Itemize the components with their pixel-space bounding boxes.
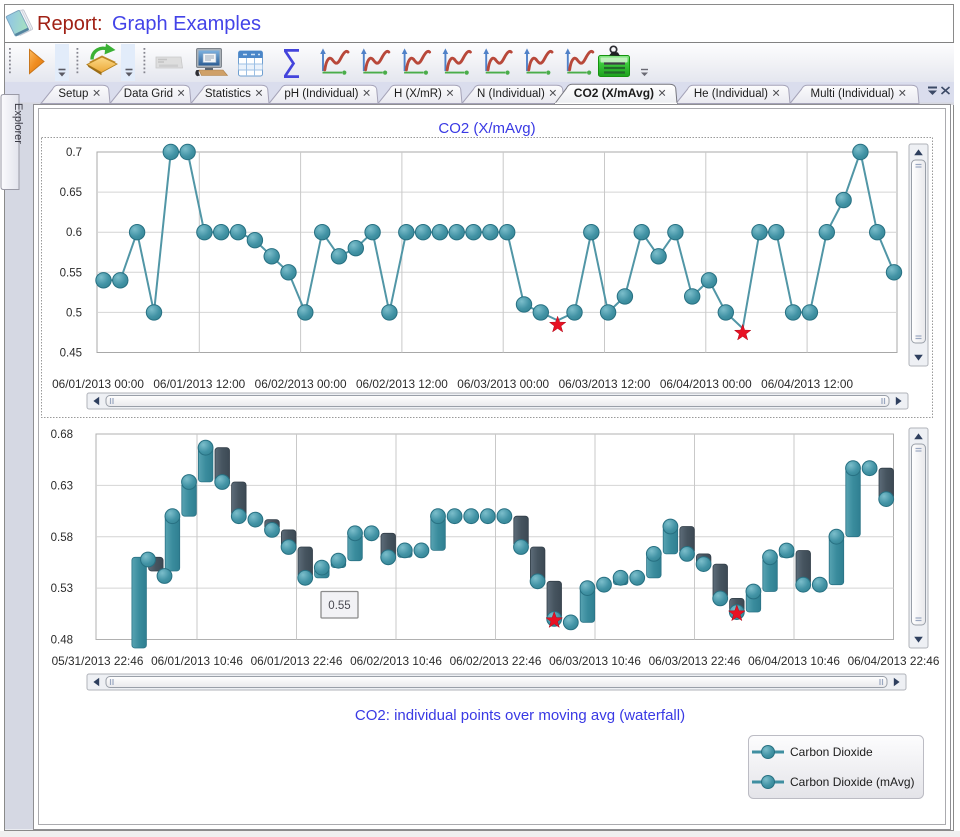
svg-text:06/04/2013 00:00: 06/04/2013 00:00 — [660, 377, 752, 391]
svg-text:0.68: 0.68 — [51, 429, 73, 441]
svg-text:0.7: 0.7 — [66, 147, 82, 159]
svg-text:0.55: 0.55 — [328, 600, 350, 612]
svg-text:0.63: 0.63 — [51, 480, 73, 492]
svg-text:CO2 (X/mAvg): CO2 (X/mAvg) — [438, 120, 535, 137]
svg-text:06/03/2013 00:00: 06/03/2013 00:00 — [457, 377, 549, 391]
svg-text:0.58: 0.58 — [51, 532, 73, 544]
svg-text:06/02/2013 10:46: 06/02/2013 10:46 — [350, 654, 442, 668]
svg-text:06/03/2013 12:00: 06/03/2013 12:00 — [559, 377, 651, 391]
svg-text:06/01/2013 00:00: 06/01/2013 00:00 — [52, 377, 144, 391]
svg-text:06/01/2013 22:46: 06/01/2013 22:46 — [251, 654, 343, 668]
svg-text:Report:: Report: — [37, 13, 103, 35]
svg-text:Carbon Dioxide: Carbon Dioxide — [790, 745, 873, 759]
svg-text:06/02/2013 00:00: 06/02/2013 00:00 — [255, 377, 347, 391]
svg-text:0.65: 0.65 — [60, 187, 82, 199]
svg-text:06/04/2013 10:46: 06/04/2013 10:46 — [748, 654, 840, 668]
svg-text:0.53: 0.53 — [51, 583, 73, 595]
svg-text:06/03/2013 22:46: 06/03/2013 22:46 — [649, 654, 741, 668]
svg-text:CO2 (X/mAvg)×: CO2 (X/mAvg)× — [574, 85, 666, 101]
svg-text:06/02/2013 12:00: 06/02/2013 12:00 — [356, 377, 448, 391]
svg-text:06/01/2013 12:00: 06/01/2013 12:00 — [153, 377, 245, 391]
svg-text:05/31/2013 22:46: 05/31/2013 22:46 — [52, 654, 144, 668]
svg-text:Graph Examples: Graph Examples — [112, 13, 261, 35]
svg-text:0.45: 0.45 — [60, 348, 82, 360]
svg-text:0.48: 0.48 — [51, 635, 73, 647]
svg-text:06/01/2013 10:46: 06/01/2013 10:46 — [151, 654, 243, 668]
svg-text:Explorer: Explorer — [12, 103, 24, 144]
svg-text:Carbon Dioxide (mAvg): Carbon Dioxide (mAvg) — [790, 775, 915, 789]
svg-text:06/03/2013 10:46: 06/03/2013 10:46 — [549, 654, 641, 668]
svg-text:06/02/2013 22:46: 06/02/2013 22:46 — [450, 654, 542, 668]
svg-text:06/04/2013 12:00: 06/04/2013 12:00 — [761, 377, 853, 391]
svg-text:CO2: individual points over mo: CO2: individual points over moving avg (… — [355, 707, 685, 724]
svg-text:0.6: 0.6 — [66, 227, 82, 239]
svg-text:0.5: 0.5 — [66, 307, 82, 319]
svg-text:0.55: 0.55 — [60, 267, 82, 279]
svg-text:06/04/2013 22:46: 06/04/2013 22:46 — [848, 654, 940, 668]
